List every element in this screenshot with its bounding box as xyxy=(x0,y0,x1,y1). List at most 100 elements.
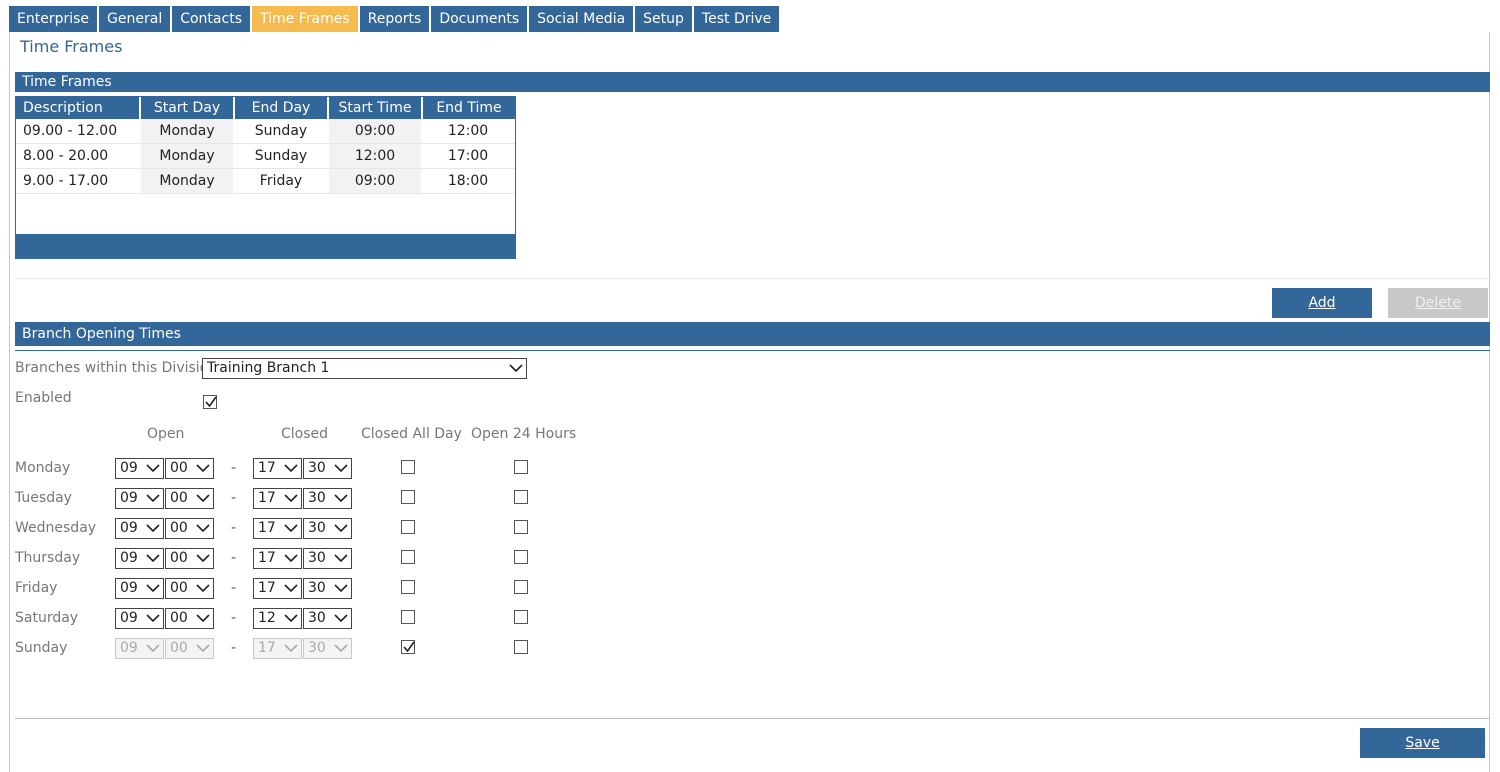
close-minute-select[interactable]: 30 xyxy=(303,608,352,629)
table-row[interactable]: 09.00 - 12.00 Monday Sunday 09:00 12:00 xyxy=(16,119,515,144)
close-minute-select[interactable]: 30 xyxy=(303,578,352,599)
chevron-down-icon xyxy=(284,464,298,473)
open-hour-select[interactable]: 09 xyxy=(115,518,164,539)
closed-all-day-checkbox[interactable] xyxy=(401,460,415,474)
close-minute-select[interactable]: 30 xyxy=(303,518,352,539)
enabled-checkbox[interactable] xyxy=(203,395,217,409)
chevron-down-icon xyxy=(146,524,160,533)
tab-general[interactable]: General xyxy=(99,6,171,32)
close-hour-value: 17 xyxy=(258,490,276,506)
column-header-end-day[interactable]: End Day xyxy=(235,97,329,119)
chevron-down-icon xyxy=(509,364,523,373)
open-hour-select[interactable]: 09 xyxy=(115,488,164,509)
closed-all-day-checkbox[interactable] xyxy=(401,640,415,654)
column-header-closed-all-day: Closed All Day xyxy=(361,426,462,442)
open-24-hours-checkbox[interactable] xyxy=(514,580,528,594)
tab-test-drive[interactable]: Test Drive xyxy=(693,6,780,32)
close-minute-select[interactable]: 30 xyxy=(303,638,352,659)
column-header-end-time[interactable]: End Time xyxy=(423,97,515,119)
chevron-down-icon xyxy=(196,614,210,623)
tab-contacts[interactable]: Contacts xyxy=(172,6,250,32)
day-label: Monday xyxy=(15,460,71,476)
chevron-down-icon xyxy=(146,464,160,473)
checkmark-icon xyxy=(205,396,217,408)
close-hour-select[interactable]: 17 xyxy=(253,458,302,479)
close-minute-select[interactable]: 30 xyxy=(303,488,352,509)
closed-all-day-checkbox[interactable] xyxy=(401,610,415,624)
day-label: Tuesday xyxy=(15,490,72,506)
column-header-start-day[interactable]: Start Day xyxy=(141,97,235,119)
chevron-down-icon xyxy=(284,524,298,533)
table-row[interactable]: 9.00 - 17.00 Monday Friday 09:00 18:00 xyxy=(16,169,515,194)
closed-all-day-checkbox[interactable] xyxy=(401,490,415,504)
close-minute-select[interactable]: 30 xyxy=(303,548,352,569)
chevron-down-icon xyxy=(146,644,160,653)
open-minute-value: 00 xyxy=(170,520,188,536)
column-header-open-24-hours: Open 24 Hours xyxy=(471,426,577,442)
close-hour-value: 17 xyxy=(258,460,276,476)
open-minute-select[interactable]: 00 xyxy=(165,518,214,539)
closed-all-day-checkbox[interactable] xyxy=(401,580,415,594)
cell-description: 09.00 - 12.00 xyxy=(16,119,141,143)
close-hour-select[interactable]: 17 xyxy=(253,638,302,659)
chevron-down-icon xyxy=(146,554,160,563)
close-hour-select[interactable]: 17 xyxy=(253,548,302,569)
cell-end-day: Sunday xyxy=(235,119,329,143)
open-24-hours-checkbox[interactable] xyxy=(514,640,528,654)
table-footer xyxy=(16,234,515,258)
open-hour-value: 09 xyxy=(120,460,138,476)
close-minute-select[interactable]: 30 xyxy=(303,458,352,479)
open-24-hours-checkbox[interactable] xyxy=(514,490,528,504)
open-minute-select[interactable]: 00 xyxy=(165,488,214,509)
table-row[interactable]: 8.00 - 20.00 Monday Sunday 12:00 17:00 xyxy=(16,144,515,169)
time-frames-table: Description Start Day End Day Start Time… xyxy=(15,96,516,259)
open-hour-select[interactable]: 09 xyxy=(115,578,164,599)
day-label: Thursday xyxy=(15,550,81,566)
tab-setup[interactable]: Setup xyxy=(635,6,692,32)
open-24-hours-checkbox[interactable] xyxy=(514,460,528,474)
branch-select[interactable]: Training Branch 1 xyxy=(202,358,527,379)
open-24-hours-checkbox[interactable] xyxy=(514,520,528,534)
column-header-start-time[interactable]: Start Time xyxy=(329,97,423,119)
open-minute-select[interactable]: 00 xyxy=(165,548,214,569)
tab-social-media[interactable]: Social Media xyxy=(529,6,634,32)
tab-documents[interactable]: Documents xyxy=(431,6,528,32)
cell-start-time: 09:00 xyxy=(329,169,423,193)
close-hour-select[interactable]: 17 xyxy=(253,518,302,539)
column-header-description[interactable]: Description xyxy=(16,97,141,119)
close-minute-value: 30 xyxy=(308,520,326,536)
open-24-hours-checkbox[interactable] xyxy=(514,550,528,564)
day-label: Friday xyxy=(15,580,58,596)
open-hour-select[interactable]: 09 xyxy=(115,608,164,629)
chevron-down-icon xyxy=(196,554,210,563)
closed-all-day-checkbox[interactable] xyxy=(401,520,415,534)
close-hour-select[interactable]: 17 xyxy=(253,578,302,599)
open-minute-select[interactable]: 00 xyxy=(165,638,214,659)
tab-time-frames[interactable]: Time Frames xyxy=(251,6,358,32)
add-button[interactable]: Add xyxy=(1272,288,1372,318)
closed-all-day-checkbox[interactable] xyxy=(401,550,415,564)
enabled-label: Enabled xyxy=(15,390,72,406)
divider xyxy=(15,350,1490,351)
close-hour-value: 17 xyxy=(258,520,276,536)
open-minute-select[interactable]: 00 xyxy=(165,458,214,479)
close-hour-value: 12 xyxy=(258,610,276,626)
time-separator: - xyxy=(231,490,237,506)
delete-button[interactable]: Delete xyxy=(1388,288,1488,318)
chevron-down-icon xyxy=(334,644,348,653)
open-minute-select[interactable]: 00 xyxy=(165,578,214,599)
chevron-down-icon xyxy=(284,494,298,503)
tab-enterprise[interactable]: Enterprise xyxy=(9,6,98,32)
open-hour-select[interactable]: 09 xyxy=(115,638,164,659)
close-hour-select[interactable]: 12 xyxy=(253,608,302,629)
open-hour-select[interactable]: 09 xyxy=(115,548,164,569)
open-minute-select[interactable]: 00 xyxy=(165,608,214,629)
tab-reports[interactable]: Reports xyxy=(359,6,430,32)
chevron-down-icon xyxy=(146,494,160,503)
open-hour-select[interactable]: 09 xyxy=(115,458,164,479)
open-24-hours-checkbox[interactable] xyxy=(514,610,528,624)
close-hour-select[interactable]: 17 xyxy=(253,488,302,509)
save-button[interactable]: Save xyxy=(1360,728,1485,758)
open-minute-value: 00 xyxy=(170,580,188,596)
chevron-down-icon xyxy=(196,494,210,503)
